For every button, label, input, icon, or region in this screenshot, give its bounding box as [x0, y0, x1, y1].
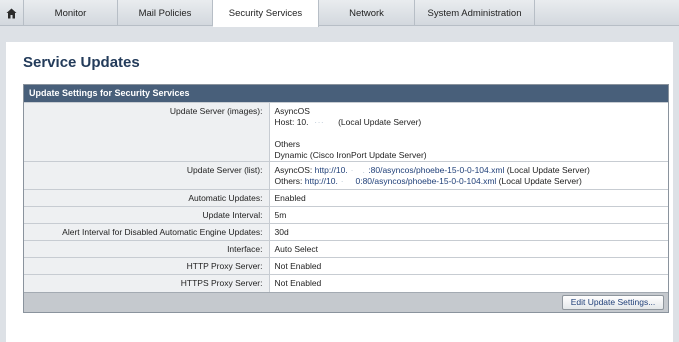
- tab-monitor[interactable]: Monitor: [24, 0, 118, 26]
- home-icon: [6, 8, 17, 18]
- tab-label: System Administration: [427, 7, 522, 19]
- row-value: AsyncOS Host: 10. ··· (Local Update Serv…: [269, 102, 669, 162]
- home-button[interactable]: [0, 0, 24, 26]
- others-label: Others:: [274, 176, 303, 186]
- value-line: AsyncOS: [274, 106, 310, 116]
- asyncos-note: (Local Update Server): [506, 165, 590, 175]
- table-row: Update Server (list): AsyncOS: http://10…: [24, 161, 669, 190]
- row-value: AsyncOS: http://10. · . :80/asyncos/phoe…: [269, 161, 669, 190]
- top-nav: Monitor Mail Policies Security Services …: [0, 0, 679, 27]
- section-header: Update Settings for Security Services: [24, 85, 668, 102]
- value-line: Host: 10. ··· (Local Update Server): [275, 117, 669, 128]
- table-row: Alert Interval for Disabled Automatic En…: [24, 223, 668, 241]
- section-footer: Edit Update Settings...: [24, 291, 668, 312]
- row-label: Interface:: [24, 240, 270, 258]
- table-row: Interface: Auto Select: [24, 240, 668, 258]
- row-label: Alert Interval for Disabled Automatic En…: [24, 223, 270, 241]
- tab-network[interactable]: Network: [319, 0, 415, 26]
- row-value: Not Enabled: [269, 257, 668, 275]
- table-row: Automatic Updates: Enabled: [24, 189, 668, 207]
- row-label: Update Server (images):: [24, 102, 270, 162]
- redacted-text: ·: [337, 176, 356, 186]
- value-line: AsyncOS: http://10. · . :80/asyncos/phoe…: [275, 165, 669, 176]
- table-row: HTTPS Proxy Server: Not Enabled: [24, 274, 668, 292]
- redacted-text: · .: [347, 165, 369, 175]
- update-settings-section: Update Settings for Security Services Up…: [23, 84, 669, 313]
- value-line: Others: http://10. · 0:80/asyncos/phoebe…: [275, 176, 669, 187]
- tab-security-services[interactable]: Security Services: [213, 0, 319, 27]
- tab-label: Monitor: [54, 7, 87, 19]
- row-value: Not Enabled: [269, 274, 668, 292]
- row-label: Automatic Updates:: [24, 189, 270, 207]
- table-row: Update Interval: 5m: [24, 206, 668, 224]
- row-value: Auto Select: [269, 240, 668, 258]
- value-line: Dynamic (Cisco IronPort Update Server): [274, 150, 427, 160]
- settings-table: Update Server (images): AsyncOS Host: 10…: [24, 102, 668, 292]
- row-value: 5m: [269, 206, 668, 224]
- value-line: Others: [274, 139, 301, 149]
- tab-label: Mail Policies: [138, 7, 192, 19]
- others-note: (Local Update Server): [498, 176, 582, 186]
- redacted-text: ···: [308, 117, 336, 127]
- others-url-link[interactable]: http://10. · 0:80/asyncos/phoebe-15-0-0-…: [305, 176, 497, 186]
- row-label: Update Server (list):: [24, 161, 270, 190]
- table-row: HTTP Proxy Server: Not Enabled: [24, 257, 668, 275]
- tab-label: Network: [349, 7, 384, 19]
- page-title: Service Updates: [23, 54, 140, 71]
- row-value: 30d: [269, 223, 668, 241]
- host-ip: Host: 10.: [274, 117, 309, 127]
- host-note: (Local Update Server): [338, 117, 422, 127]
- row-label: HTTP Proxy Server:: [24, 257, 270, 275]
- tab-label: Security Services: [228, 8, 303, 19]
- row-value: Enabled: [269, 189, 668, 207]
- table-row: Update Server (images): AsyncOS Host: 10…: [24, 102, 669, 162]
- asyncos-label: AsyncOS:: [274, 165, 313, 175]
- tab-system-administration[interactable]: System Administration: [415, 0, 535, 26]
- edit-update-settings-button[interactable]: Edit Update Settings...: [562, 294, 664, 310]
- row-label: HTTPS Proxy Server:: [24, 274, 270, 292]
- row-label: Update Interval:: [24, 206, 270, 224]
- content-panel: Service Updates Update Settings for Secu…: [6, 42, 673, 342]
- asyncos-url-link[interactable]: http://10. · . :80/asyncos/phoebe-15-0-0…: [315, 165, 505, 175]
- tab-mail-policies[interactable]: Mail Policies: [118, 0, 213, 26]
